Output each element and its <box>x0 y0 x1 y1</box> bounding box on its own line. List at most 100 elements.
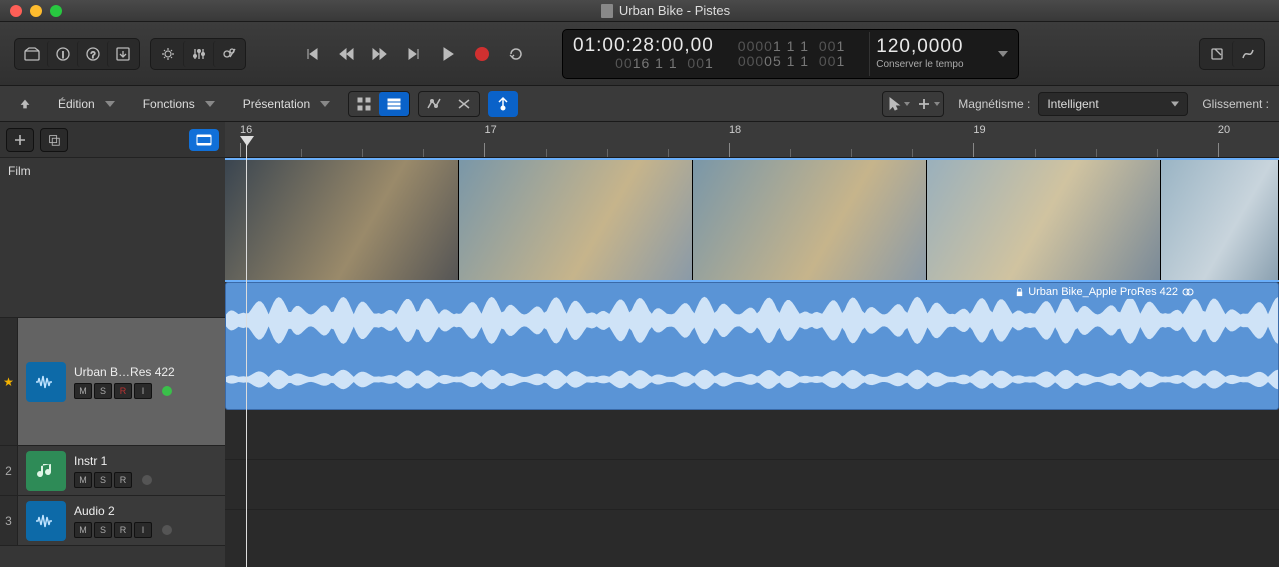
list-view-button[interactable] <box>379 92 409 116</box>
track-name: Instr 1 <box>74 454 152 468</box>
film-track-header[interactable]: Film <box>0 158 225 318</box>
track-i-button[interactable]: I <box>134 522 152 538</box>
window-title: Urban Bike - Pistes <box>62 3 1269 18</box>
ruler-tick <box>912 149 913 157</box>
lcd-menu-chevron-icon[interactable] <box>998 51 1008 57</box>
track-header-toolbar <box>0 122 225 158</box>
notepad-button[interactable] <box>1202 41 1232 67</box>
record-button[interactable] <box>466 40 498 68</box>
go-to-start-button[interactable] <box>296 40 328 68</box>
track-m-button[interactable]: M <box>74 522 92 538</box>
edit-menu[interactable]: Édition <box>48 91 125 117</box>
zoom-window-button[interactable] <box>50 5 62 17</box>
ruler-tick <box>546 149 547 157</box>
bar-ruler[interactable]: 1617181920 <box>225 122 1279 158</box>
track-s-button[interactable]: S <box>94 472 112 488</box>
menu-label: Édition <box>58 97 95 111</box>
up-level-button[interactable] <box>10 92 40 116</box>
download-button[interactable] <box>107 41 137 67</box>
duplicate-track-button[interactable] <box>40 128 68 152</box>
alt-tool-button[interactable] <box>913 92 943 116</box>
traffic-lights <box>10 5 62 17</box>
lock-icon <box>1015 288 1024 297</box>
library-button[interactable] <box>17 41 47 67</box>
grid-view-button[interactable] <box>349 92 379 116</box>
stereo-icon <box>1182 287 1194 297</box>
document-icon <box>601 4 613 18</box>
chevron-down-icon <box>205 101 215 107</box>
minimize-window-button[interactable] <box>30 5 42 17</box>
ruler-tick <box>790 149 791 157</box>
smart-controls-button[interactable] <box>153 41 183 67</box>
forward-button[interactable] <box>364 40 396 68</box>
pointer-tool-button[interactable] <box>883 92 913 116</box>
lcd-tempo[interactable]: 120,0000 <box>876 37 963 57</box>
track-s-button[interactable]: S <box>94 383 112 399</box>
snap-value: Intelligent <box>1047 97 1098 111</box>
audio-region[interactable]: Urban Bike_Apple ProRes 422 <box>225 282 1279 410</box>
lcd-display[interactable]: 01:00:28:00,00 0016 1 1 001 00001 1 1 00… <box>562 29 1019 79</box>
right-toolbar-group <box>1199 38 1265 70</box>
track-buttons: MSRI <box>74 383 175 399</box>
ruler-tick <box>607 149 608 157</box>
inspector-button[interactable]: i <box>47 41 77 67</box>
go-to-end-button[interactable] <box>398 40 430 68</box>
view-menu[interactable]: Présentation <box>233 91 340 117</box>
timeline[interactable]: 1617181920 Urban Bike_Apple ProRes 422 <box>225 122 1279 567</box>
catch-playhead-button[interactable] <box>488 91 518 117</box>
automation-toggle <box>418 91 480 117</box>
editors-button[interactable] <box>213 41 243 67</box>
track-name: Urban B…Res 422 <box>74 365 175 379</box>
track-header[interactable]: ★Urban B…Res 422MSRI <box>0 318 225 446</box>
mixer-button[interactable] <box>183 41 213 67</box>
functions-menu[interactable]: Fonctions <box>133 91 225 117</box>
cycle-button[interactable] <box>500 40 532 68</box>
ruler-tick <box>423 149 424 157</box>
track-i-button[interactable]: I <box>134 383 152 399</box>
film-thumbnail-strip[interactable] <box>225 158 1279 282</box>
track-buttons: MSRI <box>74 522 172 538</box>
audio-track-lane-2[interactable] <box>225 460 1279 510</box>
help-button[interactable]: ? <box>77 41 107 67</box>
drag-label: Glissement : <box>1202 97 1269 111</box>
track-r-button[interactable]: R <box>114 522 132 538</box>
lcd-locator-2[interactable]: 00005 1 1 001 <box>738 54 845 69</box>
track-header[interactable]: 2Instr 1MSR <box>0 446 225 496</box>
video-thumbnail <box>927 160 1161 280</box>
lcd-tempo-label[interactable]: Conserver le tempo <box>876 59 963 70</box>
movie-toggle-button[interactable] <box>189 129 219 151</box>
track-r-button[interactable]: R <box>114 472 132 488</box>
play-button[interactable] <box>432 40 464 68</box>
chevron-down-icon <box>105 101 115 107</box>
track-m-button[interactable]: M <box>74 383 92 399</box>
track-header[interactable]: 3Audio 2MSRI <box>0 496 225 546</box>
film-track-label: Film <box>8 164 217 178</box>
chevron-down-icon <box>320 101 330 107</box>
ruler-tick <box>668 149 669 157</box>
close-window-button[interactable] <box>10 5 22 17</box>
track-buttons: MSR <box>74 472 152 488</box>
audio-track-lane[interactable]: Urban Bike_Apple ProRes 422 <box>225 282 1279 410</box>
snap-dropdown[interactable]: Intelligent <box>1038 92 1188 116</box>
lcd-smpte[interactable]: 01:00:28:00,00 <box>573 36 714 56</box>
ruler-tick <box>1035 149 1036 157</box>
playhead-icon[interactable] <box>240 136 254 146</box>
track-name: Audio 2 <box>74 504 172 518</box>
flex-button[interactable] <box>449 92 479 116</box>
menu-label: Fonctions <box>143 97 195 111</box>
rewind-button[interactable] <box>330 40 362 68</box>
track-m-button[interactable]: M <box>74 472 92 488</box>
add-track-button[interactable] <box>6 128 34 152</box>
track-r-button[interactable]: R <box>114 383 132 399</box>
lcd-locator-1[interactable]: 00001 1 1 001 <box>738 39 845 54</box>
automation-button[interactable] <box>419 92 449 116</box>
ruler-tick <box>362 149 363 157</box>
loop-browser-button[interactable] <box>1232 41 1262 67</box>
library-group: i ? <box>14 38 140 70</box>
playhead-line[interactable] <box>246 144 247 567</box>
transport-controls <box>296 40 532 68</box>
track-s-button[interactable]: S <box>94 522 112 538</box>
lcd-bars[interactable]: 0016 1 1 001 <box>573 56 714 71</box>
instrument-track-lane[interactable] <box>225 410 1279 460</box>
track-status-dot <box>142 475 152 485</box>
